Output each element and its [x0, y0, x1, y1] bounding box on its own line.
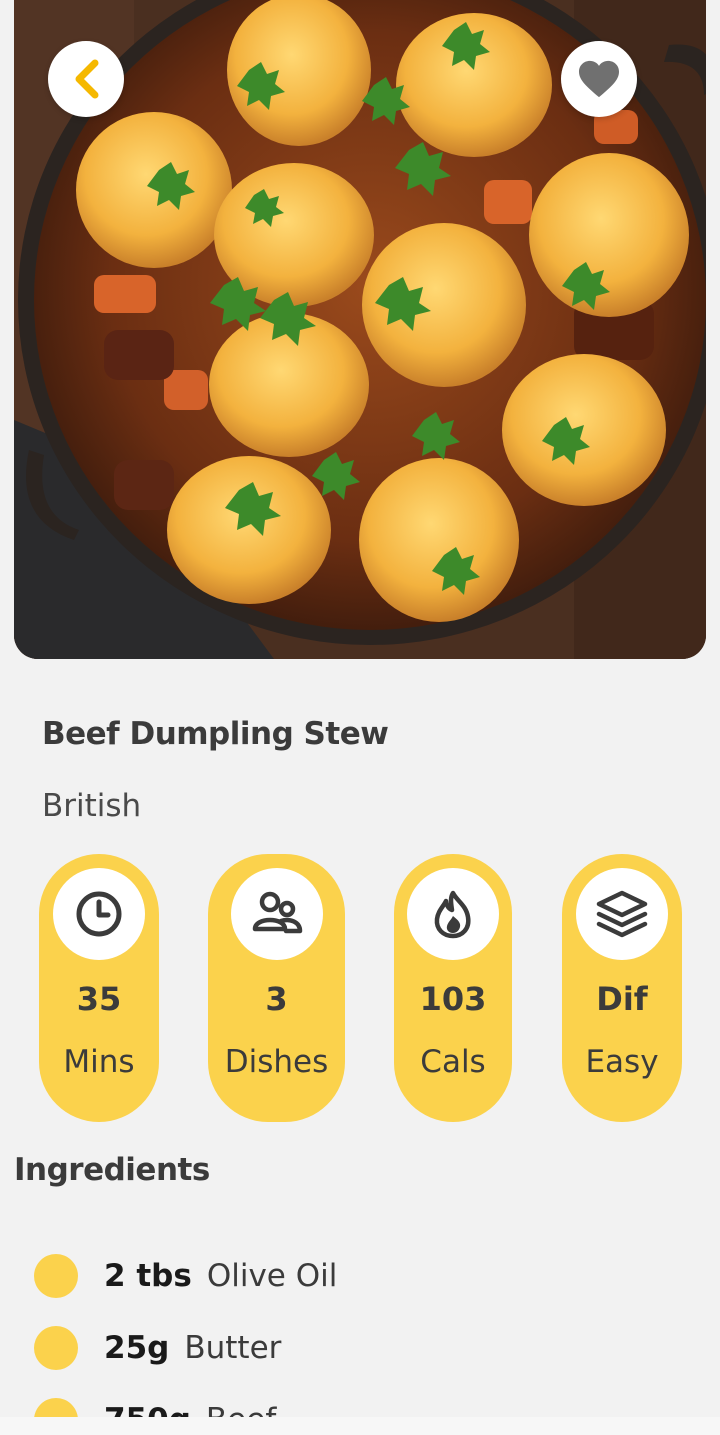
clock-icon [76, 891, 122, 937]
ingredients-title: Ingredients [14, 1152, 210, 1188]
stat-time: 35 Mins [39, 854, 159, 1122]
ingredient-bullet [34, 1398, 78, 1417]
ingredient-name: Beef [206, 1402, 276, 1417]
ingredient-quantity: 25g [104, 1330, 170, 1366]
stat-difficulty-unit: Easy [585, 1044, 659, 1080]
stat-difficulty-value: Dif [596, 980, 648, 1018]
stat-servings-icon-circle [230, 868, 323, 960]
fire-icon [434, 890, 471, 939]
ingredient-item: 25g Butter [0, 1312, 720, 1384]
users-icon [252, 891, 302, 934]
ingredient-name: Butter [184, 1330, 282, 1366]
stat-calories-value: 103 [419, 980, 487, 1018]
recipe-cuisine: British [42, 788, 142, 824]
stat-difficulty-icon-circle [576, 868, 668, 960]
chevron-left-icon [75, 59, 99, 99]
stat-difficulty: Dif Easy [562, 854, 682, 1122]
heart-icon [579, 60, 619, 98]
stat-calories: 103 Cals [394, 854, 512, 1122]
ingredient-quantity: 2 tbs [104, 1258, 192, 1294]
favorite-button[interactable] [561, 41, 637, 117]
stat-servings-unit: Dishes [224, 1044, 329, 1080]
recipe-title: Beef Dumpling Stew [42, 716, 389, 752]
stat-time-unit: Mins [63, 1044, 135, 1080]
ingredient-bullet [34, 1254, 78, 1298]
stat-servings: 3 Dishes [208, 854, 345, 1122]
ingredient-quantity: 750g [104, 1402, 191, 1417]
ingredient-name: Olive Oil [206, 1258, 338, 1294]
recipe-detail-screen: Beef Dumpling Stew British 35 Mins 3 Dis… [0, 0, 720, 1435]
ingredients-list: 2 tbs Olive Oil 25g Butter 750g Beef [0, 1240, 720, 1417]
stat-servings-value: 3 [265, 980, 288, 1018]
back-button[interactable] [48, 41, 124, 117]
ingredient-item: 2 tbs Olive Oil [0, 1240, 720, 1312]
ingredient-bullet [34, 1326, 78, 1370]
layers-icon [596, 890, 648, 938]
stat-calories-unit: Cals [420, 1044, 486, 1080]
bottom-edge [0, 1417, 720, 1435]
stat-time-icon-circle [53, 868, 145, 960]
ingredient-item: 750g Beef [0, 1384, 720, 1417]
stat-time-value: 35 [76, 980, 122, 1018]
stat-calories-icon-circle [407, 868, 499, 960]
